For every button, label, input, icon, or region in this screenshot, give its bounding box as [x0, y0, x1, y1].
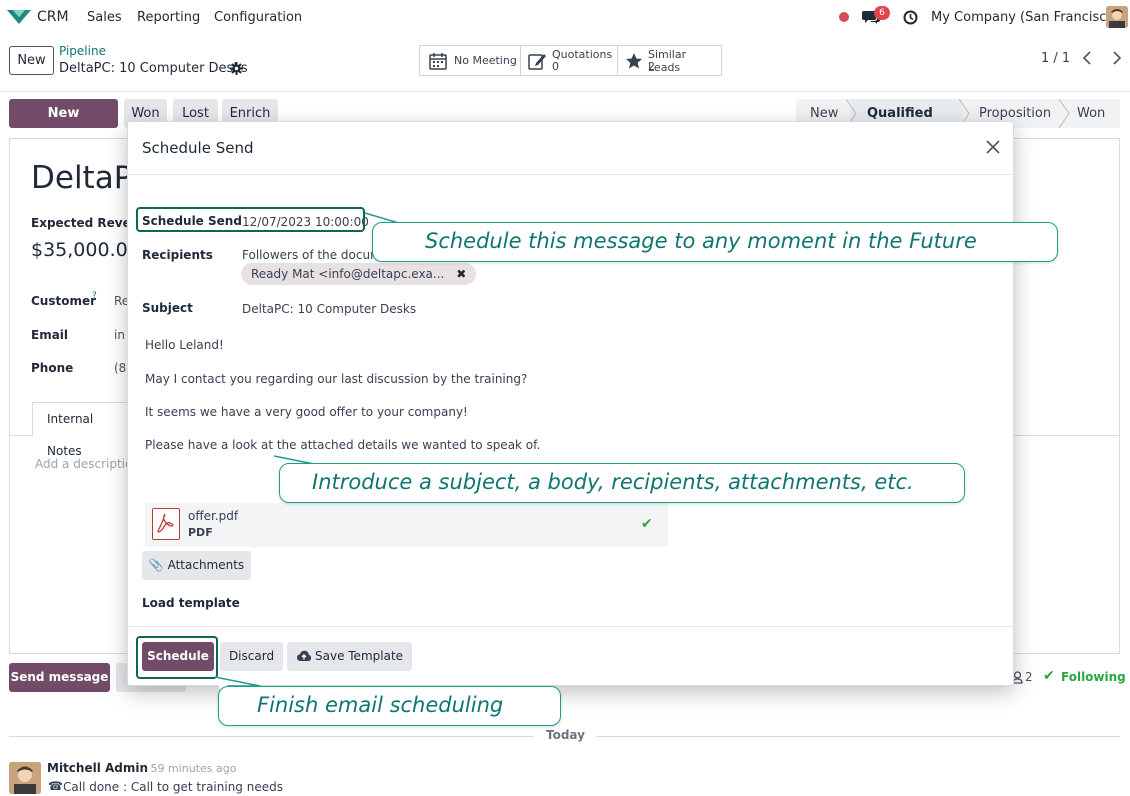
chat-time: - 59 minutes ago	[143, 762, 237, 775]
today-divider-right	[596, 736, 1120, 737]
stage-won[interactable]: Won	[1063, 99, 1120, 128]
today-divider-left	[9, 736, 534, 737]
body-paragraph: It seems we have a very good offer to yo…	[145, 405, 468, 419]
control-panel: New Pipeline DeltaPC: 10 Computer Desks …	[0, 34, 1130, 92]
breadcrumb-current: DeltaPC: 10 Computer Desks	[59, 61, 248, 76]
subject-input[interactable]: DeltaPC: 10 Computer Desks	[242, 302, 416, 316]
attachment-type: PDF	[188, 526, 213, 539]
chevron-left-icon[interactable]	[1078, 48, 1098, 68]
attachment-name: offer.pdf	[188, 509, 239, 523]
recipients-label: Recipients	[142, 248, 213, 262]
smart-button-quotations-count: 0	[552, 60, 559, 73]
tooltip-schedule-future: Schedule this message to any moment in t…	[372, 222, 1058, 262]
calendar-icon	[429, 53, 447, 70]
new-quotation-button[interactable]: New Quotation	[9, 99, 118, 150]
star-icon	[626, 53, 642, 69]
email-label: Email	[31, 328, 69, 342]
load-template-label: Load template	[142, 596, 240, 610]
tooltip-finish-text: Finish email scheduling	[257, 693, 504, 717]
send-message-button[interactable]: Send message	[9, 663, 110, 692]
customer-help-icon[interactable]: ?	[92, 291, 97, 301]
discard-button[interactable]: Discard	[220, 642, 283, 671]
activity-clock-icon[interactable]	[903, 10, 918, 25]
chat-author-name[interactable]: Mitchell Admin	[47, 761, 148, 775]
upload-done-check-icon: ✔	[641, 516, 653, 532]
gear-icon[interactable]	[230, 62, 243, 75]
dialog-title: Schedule Send	[142, 139, 254, 157]
message-count-badge: 6	[874, 6, 890, 20]
smart-button-quotations-label: Quotations	[552, 48, 613, 61]
tooltip-finish: Finish email scheduling	[218, 686, 561, 726]
body-paragraph: Please have a look at the attached detai…	[145, 438, 541, 452]
close-icon[interactable]	[984, 138, 1002, 156]
body-paragraph: Hello Leland!	[145, 338, 224, 352]
smart-button-meeting[interactable]: No Meeting	[419, 45, 521, 76]
phone-label: Phone	[31, 361, 74, 375]
pdf-file-icon	[152, 508, 180, 540]
schedule-send-dialog: Schedule Send Schedule Send 12/07/2023 1…	[127, 121, 1014, 686]
email-value[interactable]: in	[114, 328, 125, 342]
followers-count[interactable]: 2	[1025, 670, 1033, 684]
description-placeholder[interactable]: Add a descriptio	[35, 457, 132, 471]
remove-tag-icon[interactable]: ✖	[456, 267, 466, 281]
phone-value[interactable]: (8	[114, 361, 126, 375]
save-template-label: Save Template	[315, 649, 404, 663]
smart-button-similar-leads[interactable]: Similar Leads 2	[617, 45, 722, 76]
body-paragraph: May I contact you regarding our last dis…	[145, 372, 528, 386]
paperclip-icon: 📎	[148, 558, 164, 572]
new-record-button[interactable]: New	[9, 46, 54, 75]
following-button[interactable]: Following	[1061, 670, 1126, 684]
smart-button-quotations[interactable]: Quotations 0	[520, 45, 618, 76]
lead-title[interactable]: DeltaP	[31, 160, 132, 196]
tooltip-compose: Introduce a subject, a body, recipients,…	[279, 463, 965, 503]
schedule-send-datetime-input[interactable]: 12/07/2023 10:00:00	[242, 215, 369, 229]
check-icon: ✔	[1043, 668, 1055, 684]
phone-icon: ☎	[48, 779, 63, 793]
tab-internal-notes[interactable]: Internal Notes	[32, 402, 132, 458]
pager-value[interactable]: 1 / 1	[1041, 51, 1070, 66]
dialog-footer-divider	[128, 626, 1013, 627]
menu-configuration[interactable]: Configuration	[214, 10, 302, 25]
recipient-tag[interactable]: Ready Mat <info@deltapc.exa... ✖	[241, 263, 477, 285]
cloud-upload-icon	[297, 650, 311, 661]
chevron-right-icon[interactable]	[1106, 48, 1126, 68]
status-dot-icon[interactable]	[839, 12, 849, 22]
expected-revenue-label: Expected Reven	[31, 216, 140, 230]
smart-button-similar-leads-count: 2	[648, 60, 655, 73]
stage-qualified-label: Qualified	[867, 106, 933, 121]
today-label: Today	[546, 728, 585, 742]
user-avatar[interactable]	[1106, 6, 1128, 28]
attachments-button-label: Attachments	[167, 558, 245, 572]
tooltip-compose-text: Introduce a subject, a body, recipients,…	[312, 470, 914, 494]
chat-author-avatar[interactable]	[9, 762, 41, 794]
attachment-card[interactable]: offer.pdf PDF ✔	[145, 503, 668, 547]
dialog-header: Schedule Send	[128, 122, 1013, 175]
stage-separator-icon	[1058, 99, 1070, 128]
schedule-send-label: Schedule Send	[142, 214, 242, 228]
breadcrumb-pipeline[interactable]: Pipeline	[59, 44, 106, 58]
top-navbar: CRM Sales Reporting Configuration 6 My C…	[0, 0, 1130, 34]
crm-app-icon[interactable]	[6, 8, 32, 26]
edit-document-icon	[528, 54, 546, 70]
smart-button-similar-leads-label: Similar Leads	[648, 48, 687, 74]
menu-reporting[interactable]: Reporting	[137, 10, 200, 25]
recipients-followers-text: Followers of the docum	[242, 248, 382, 262]
attachments-button[interactable]: 📎 Attachments	[142, 551, 251, 580]
subject-label: Subject	[142, 301, 193, 315]
recipient-tag-label: Ready Mat <info@deltapc.exa...	[251, 267, 445, 281]
company-switcher[interactable]: My Company (San Francisco)	[931, 10, 1119, 25]
tooltip-schedule-future-text: Schedule this message to any moment in t…	[425, 229, 977, 253]
expected-revenue-value[interactable]: $35,000.00	[31, 239, 140, 261]
app-name[interactable]: CRM	[37, 9, 69, 25]
customer-label: Customer	[31, 294, 97, 308]
menu-sales[interactable]: Sales	[87, 10, 122, 25]
schedule-button[interactable]: Schedule	[142, 642, 214, 671]
smart-button-meeting-label: No Meeting	[454, 54, 517, 67]
chat-message-body: Call done : Call to get training needs	[63, 780, 283, 794]
save-template-button[interactable]: Save Template	[287, 642, 412, 671]
